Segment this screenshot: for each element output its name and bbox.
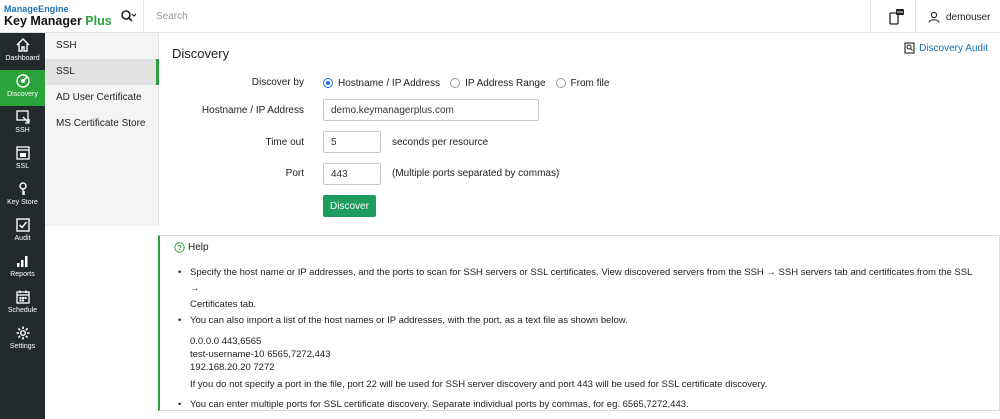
- port-hint: (Multiple ports separated by commas): [392, 168, 560, 179]
- discover-by-radio-group: Hostname / IP Address IP Address Range F…: [323, 76, 619, 90]
- help-panel: ? Help Specify the host name or IP addre…: [158, 235, 1000, 413]
- timeout-input[interactable]: [323, 131, 381, 153]
- calendar-icon: [15, 290, 30, 304]
- page-title: Discovery: [172, 46, 230, 61]
- help-content: Specify the host name or IP addresses, a…: [178, 265, 980, 413]
- help-title: Help: [188, 242, 209, 253]
- key-icon: [18, 182, 27, 195]
- help-bullet-text: You can enter multiple ports for SSL cer…: [190, 399, 689, 410]
- nav-item-schedule[interactable]: Schedule: [0, 286, 45, 322]
- help-bullet-text: Certificates tab.: [190, 299, 256, 310]
- nav-label-ssl: SSL: [15, 163, 30, 170]
- logo-brand-sub: Engine: [38, 4, 69, 14]
- subnav-item-ms-certificate-store[interactable]: MS Certificate Store: [45, 111, 159, 137]
- logo-product-accent: Plus: [85, 14, 112, 28]
- logo-brand: Manage: [4, 4, 39, 14]
- subnav-item-ssl[interactable]: SSL: [45, 59, 159, 85]
- help-bullet: You can also import a list of the host n…: [178, 313, 980, 329]
- reports-icon: [16, 256, 27, 267]
- discovery-subnav: SSH SSL AD User Certificate MS Certifica…: [45, 33, 159, 226]
- subnav-item-ad-user-certificate[interactable]: AD User Certificate: [45, 85, 159, 111]
- audit-icon: [15, 218, 30, 232]
- search-box[interactable]: [146, 0, 846, 33]
- help-bullet: Specify the host name or IP addresses, a…: [178, 265, 980, 313]
- home-icon: [16, 38, 29, 52]
- help-bullet: You can enter multiple ports for SSL cer…: [178, 397, 980, 413]
- nav-item-audit[interactable]: Audit: [0, 214, 45, 250]
- divider: [143, 0, 144, 33]
- notification-icon[interactable]: [887, 8, 905, 26]
- example-line: test-username-10 6565,7272,443: [190, 349, 331, 360]
- hostname-input[interactable]: [323, 99, 539, 121]
- radio-from-file-label: From file: [570, 77, 610, 89]
- top-bar: ManageEngine Key Manager Plus demouser: [0, 0, 1000, 33]
- search-scope-icon[interactable]: [120, 9, 137, 25]
- nav-item-dashboard[interactable]: Dashboard: [0, 34, 45, 70]
- nav-label-audit: Audit: [14, 235, 31, 242]
- nav-label-reports: Reports: [10, 271, 35, 278]
- discovery-audit-label: Discovery Audit: [919, 42, 988, 54]
- ssl-icon: [15, 146, 30, 160]
- search-input[interactable]: [146, 0, 846, 33]
- nav-item-ssh[interactable]: SSH: [0, 106, 45, 142]
- discover-by-label: Discover by: [251, 77, 304, 88]
- nav-label-dashboard: Dashboard: [5, 55, 40, 62]
- svg-text:?: ?: [177, 243, 182, 252]
- port-label: Port: [285, 168, 304, 179]
- divider: [915, 0, 916, 33]
- divider: [870, 0, 871, 33]
- subnav-item-ssh[interactable]: SSH: [45, 33, 159, 59]
- nav-label-ssh: SSH: [15, 127, 30, 134]
- radio-hostname-ip[interactable]: Hostname / IP Address: [323, 78, 440, 89]
- help-bullet-text: Specify the host name or IP addresses, a…: [190, 267, 972, 294]
- timeout-label: Time out: [265, 137, 304, 148]
- radio-hostname-ip-label: Hostname / IP Address: [338, 77, 441, 89]
- help-bullet-text: You can also import a list of the host n…: [190, 315, 628, 326]
- discover-button[interactable]: Discover: [323, 195, 376, 217]
- radio-ip-range[interactable]: IP Address Range: [450, 77, 546, 89]
- radio-selected-icon: [323, 78, 333, 88]
- radio-unselected-icon: [555, 78, 566, 88]
- nav-label-schedule: Schedule: [7, 307, 38, 314]
- audit-report-icon: [904, 42, 915, 54]
- help-examples: 0.0.0.0 443,6565 test-username-10 6565,7…: [190, 335, 980, 374]
- main-content: Discovery Discovery Audit Discover by Ho…: [158, 33, 1000, 419]
- username-label: demouser: [946, 11, 991, 23]
- nav-label-discovery: Discovery: [7, 91, 38, 98]
- nav-item-ssl[interactable]: SSL: [0, 142, 45, 178]
- radio-from-file[interactable]: From file: [555, 77, 610, 89]
- nav-item-reports[interactable]: Reports: [0, 250, 45, 286]
- nav-label-key-store: Key Store: [7, 199, 38, 206]
- example-line: 192.168.20.20 7272: [190, 362, 275, 373]
- main-nav: Dashboard Discovery SSH SSL Key Store Au…: [0, 33, 45, 419]
- ssh-icon: [15, 110, 30, 124]
- user-icon: [928, 11, 940, 23]
- radio-unselected-icon: [450, 78, 461, 88]
- help-header: ? Help: [174, 242, 209, 253]
- nav-item-settings[interactable]: Settings: [0, 322, 45, 358]
- nav-item-discovery[interactable]: Discovery: [0, 70, 45, 106]
- hostname-label: Hostname / IP Address: [201, 105, 304, 116]
- radio-ip-range-label: IP Address Range: [465, 77, 546, 89]
- settings-icon: [16, 326, 29, 340]
- timeout-hint: seconds per resource: [392, 137, 489, 148]
- port-input[interactable]: [323, 163, 381, 185]
- discovery-audit-link[interactable]: Discovery Audit: [904, 40, 988, 56]
- logo-product: Key Manager: [4, 14, 82, 28]
- app-logo[interactable]: ManageEngine Key Manager Plus: [4, 4, 134, 30]
- user-menu[interactable]: demouser: [928, 9, 990, 25]
- nav-label-settings: Settings: [9, 343, 36, 350]
- nav-item-key-store[interactable]: Key Store: [0, 178, 45, 214]
- help-icon: ?: [174, 242, 185, 253]
- help-note: If you do not specify a port in the file…: [190, 379, 768, 390]
- discovery-icon: [15, 74, 30, 88]
- example-line: 0.0.0.0 443,6565: [190, 336, 262, 347]
